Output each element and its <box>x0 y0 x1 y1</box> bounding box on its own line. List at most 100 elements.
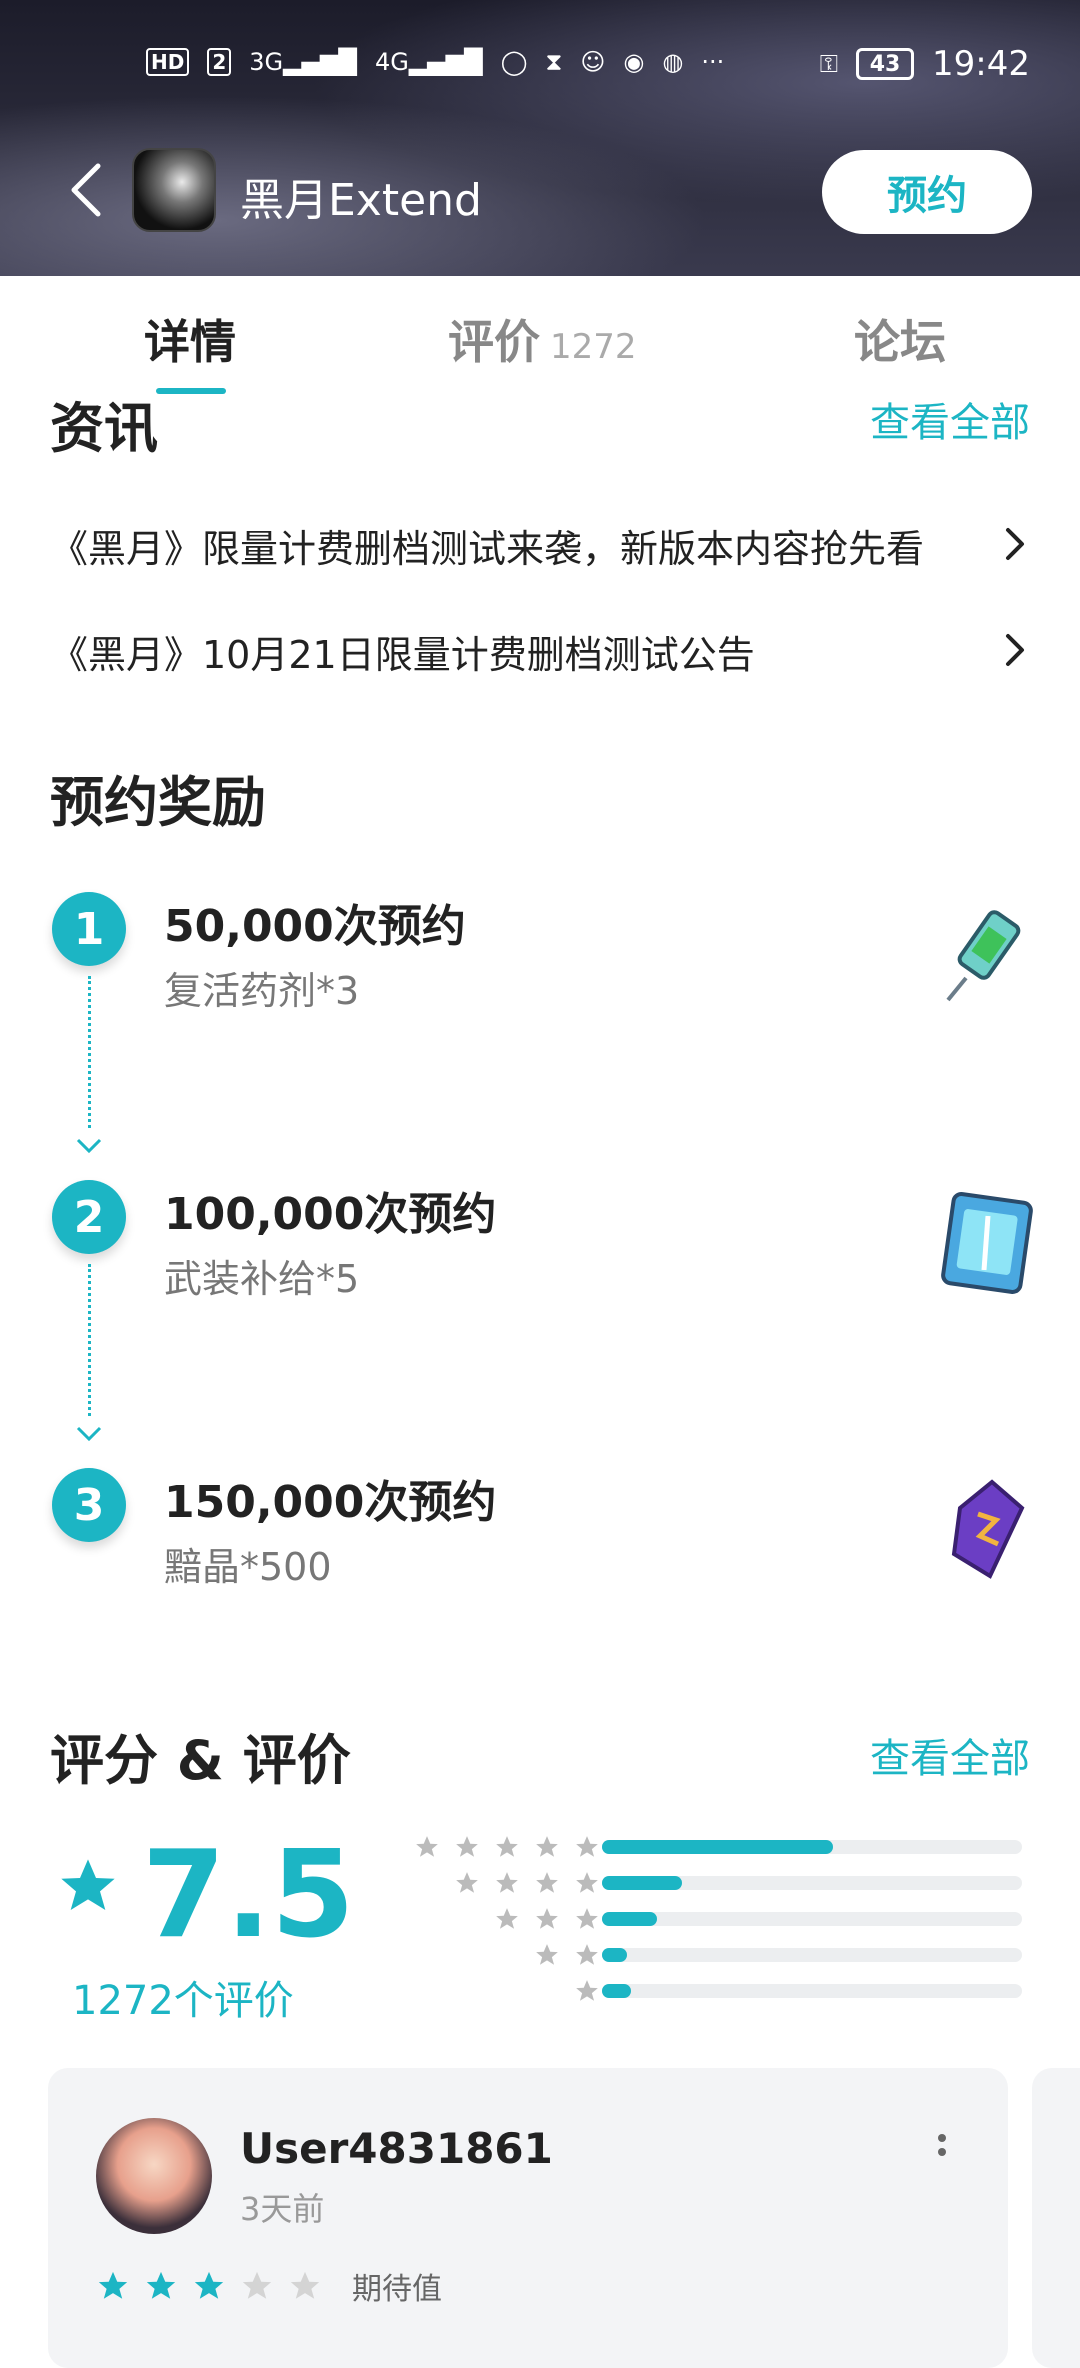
review-count: 1272个评价 <box>72 1978 294 2024</box>
news-item[interactable]: 《黑月》10月21日限量计费删档测试公告 <box>50 624 1030 688</box>
tab-reviews-label: 评价 <box>448 315 540 369</box>
rating-bar-track <box>602 1912 1022 1926</box>
reward-title: 150,000次预约 <box>164 1477 497 1528</box>
chevron-down-icon <box>76 1426 102 1442</box>
sim-indicator: 2 <box>207 48 232 76</box>
star-icon <box>61 1859 115 1910</box>
news-see-all-link[interactable]: 查看全部 <box>870 390 1030 448</box>
tab-forum[interactable]: 论坛 <box>854 306 946 372</box>
rating-row-stars <box>494 1906 600 1932</box>
rating-bar-fill <box>602 1984 632 1998</box>
review-rating: 期待值 <box>96 2264 442 2308</box>
clock: 19:42 <box>932 44 1030 84</box>
back-arrow-icon[interactable] <box>66 160 106 220</box>
active-tab-indicator <box>156 388 226 394</box>
tab-forum-label: 论坛 <box>854 315 946 369</box>
review-card-next[interactable] <box>1032 2068 1080 2368</box>
star-icon <box>536 1944 558 1965</box>
more-notifications-icon: ··· <box>701 48 725 76</box>
rewards-section-title: 预约奖励 <box>50 771 266 834</box>
browser-icon: ◍ <box>662 48 684 76</box>
star-icon <box>536 1908 558 1929</box>
star-icon <box>536 1836 558 1857</box>
rating-bar-track <box>602 1876 1022 1890</box>
reserve-button[interactable]: 预约 <box>822 150 1032 234</box>
hourglass-icon: ⧗ <box>545 48 563 76</box>
step-1-badge: 1 <box>52 892 126 966</box>
rating-bar-fill <box>602 1840 833 1854</box>
ratings-section-title: 评分 & 评价 <box>50 1729 351 1792</box>
rating-row-5-star <box>380 1836 1030 1860</box>
tab-reviews-count: 1272 <box>550 327 637 367</box>
star-icon <box>576 1836 598 1857</box>
colorful-app-icon: ◉ <box>623 48 645 76</box>
reward-item: 复活药剂*3 <box>164 969 360 1013</box>
star-icon <box>576 1872 598 1893</box>
star-icon <box>98 2271 128 2299</box>
star-icon <box>416 1836 438 1857</box>
review-time: 3天前 <box>240 2190 325 2228</box>
rating-row-3-star <box>380 1908 1030 1932</box>
avatar-notification-icon: ☺ <box>580 48 606 76</box>
average-score: 7.5 <box>142 1826 355 1965</box>
step-connector <box>88 1264 91 1416</box>
hd-indicator: HD <box>146 48 190 76</box>
chevron-right-icon <box>1006 528 1024 560</box>
star-icon <box>456 1872 478 1893</box>
reward-item: 黯晶*500 <box>164 1545 332 1589</box>
qq-icon: ◯ <box>500 48 528 76</box>
app-title: 黑月Extend <box>240 175 482 226</box>
star-icon <box>496 1836 518 1857</box>
star-icon <box>576 1908 598 1929</box>
rating-bar-fill <box>602 1876 682 1890</box>
star-icon <box>146 2271 176 2299</box>
star-icon <box>194 2271 224 2299</box>
rating-bar-track <box>602 1948 1022 1962</box>
news-item[interactable]: 《黑月》限量计费删档测试来袭，新版本内容抢先看 <box>50 518 1030 582</box>
reward-title: 50,000次预约 <box>164 901 466 952</box>
chevron-right-icon <box>1006 634 1024 666</box>
news-item-title: 《黑月》10月21日限量计费删档测试公告 <box>50 633 755 677</box>
reward-item: 武装补给*5 <box>164 1257 360 1301</box>
dark-crystal-icon <box>951 1479 1025 1579</box>
expectation-label: 期待值 <box>352 2272 442 2307</box>
star-icon <box>536 1872 558 1893</box>
potion-syringe-icon <box>946 910 1021 1002</box>
rating-row-2-star <box>380 1944 1030 1968</box>
rating-bar-fill <box>602 1912 657 1926</box>
step-connector <box>88 976 91 1128</box>
avatar[interactable] <box>96 2118 212 2234</box>
tab-bar: 详情 评价 1272 论坛 <box>0 276 1080 396</box>
rating-row-1-star <box>380 1980 1030 2004</box>
star-icon <box>290 2271 320 2299</box>
rating-row-stars <box>454 1870 600 1896</box>
rating-bar-fill <box>602 1948 628 1962</box>
star-icon <box>576 1944 598 1965</box>
star-icon <box>456 1836 478 1857</box>
star-icon <box>242 2271 272 2299</box>
app-header: HD 2 3G▂▄▆█ 4G▂▄▆█ ◯ ⧗ ☺ ◉ ◍ ··· ⚿ 43 19… <box>0 0 1080 276</box>
star-icon <box>576 1980 598 2001</box>
tab-details-label: 详情 <box>144 315 236 369</box>
ratings-see-all-link[interactable]: 查看全部 <box>870 1726 1030 1784</box>
rating-bar-track <box>602 1840 1022 1854</box>
tab-reviews[interactable]: 评价 1272 <box>448 306 637 372</box>
more-options-icon[interactable] <box>936 2132 948 2172</box>
star-icon <box>496 1908 518 1929</box>
news-item-title: 《黑月》限量计费删档测试来袭，新版本内容抢先看 <box>50 527 925 571</box>
tab-details[interactable]: 详情 <box>144 306 236 372</box>
rating-row-stars <box>534 1942 600 1968</box>
supply-card-icon <box>941 1192 1033 1294</box>
signal-4g-icon: 4G▂▄▆█ <box>374 48 483 76</box>
rating-row-4-star <box>380 1872 1030 1896</box>
review-username[interactable]: User4831861 <box>240 2124 553 2173</box>
status-bar: HD 2 3G▂▄▆█ 4G▂▄▆█ ◯ ⧗ ☺ ◉ ◍ ··· ⚿ 43 19… <box>0 40 1080 92</box>
star-icon <box>496 1872 518 1893</box>
app-icon <box>132 148 216 232</box>
signal-3g-icon: 3G▂▄▆█ <box>249 48 357 76</box>
rating-row-stars <box>574 1978 600 2004</box>
rating-row-stars <box>414 1834 600 1860</box>
news-section-title: 资讯 <box>50 397 158 460</box>
step-2-badge: 2 <box>52 1180 126 1254</box>
review-card[interactable]: User4831861 3天前 期待值 <box>48 2068 1008 2368</box>
